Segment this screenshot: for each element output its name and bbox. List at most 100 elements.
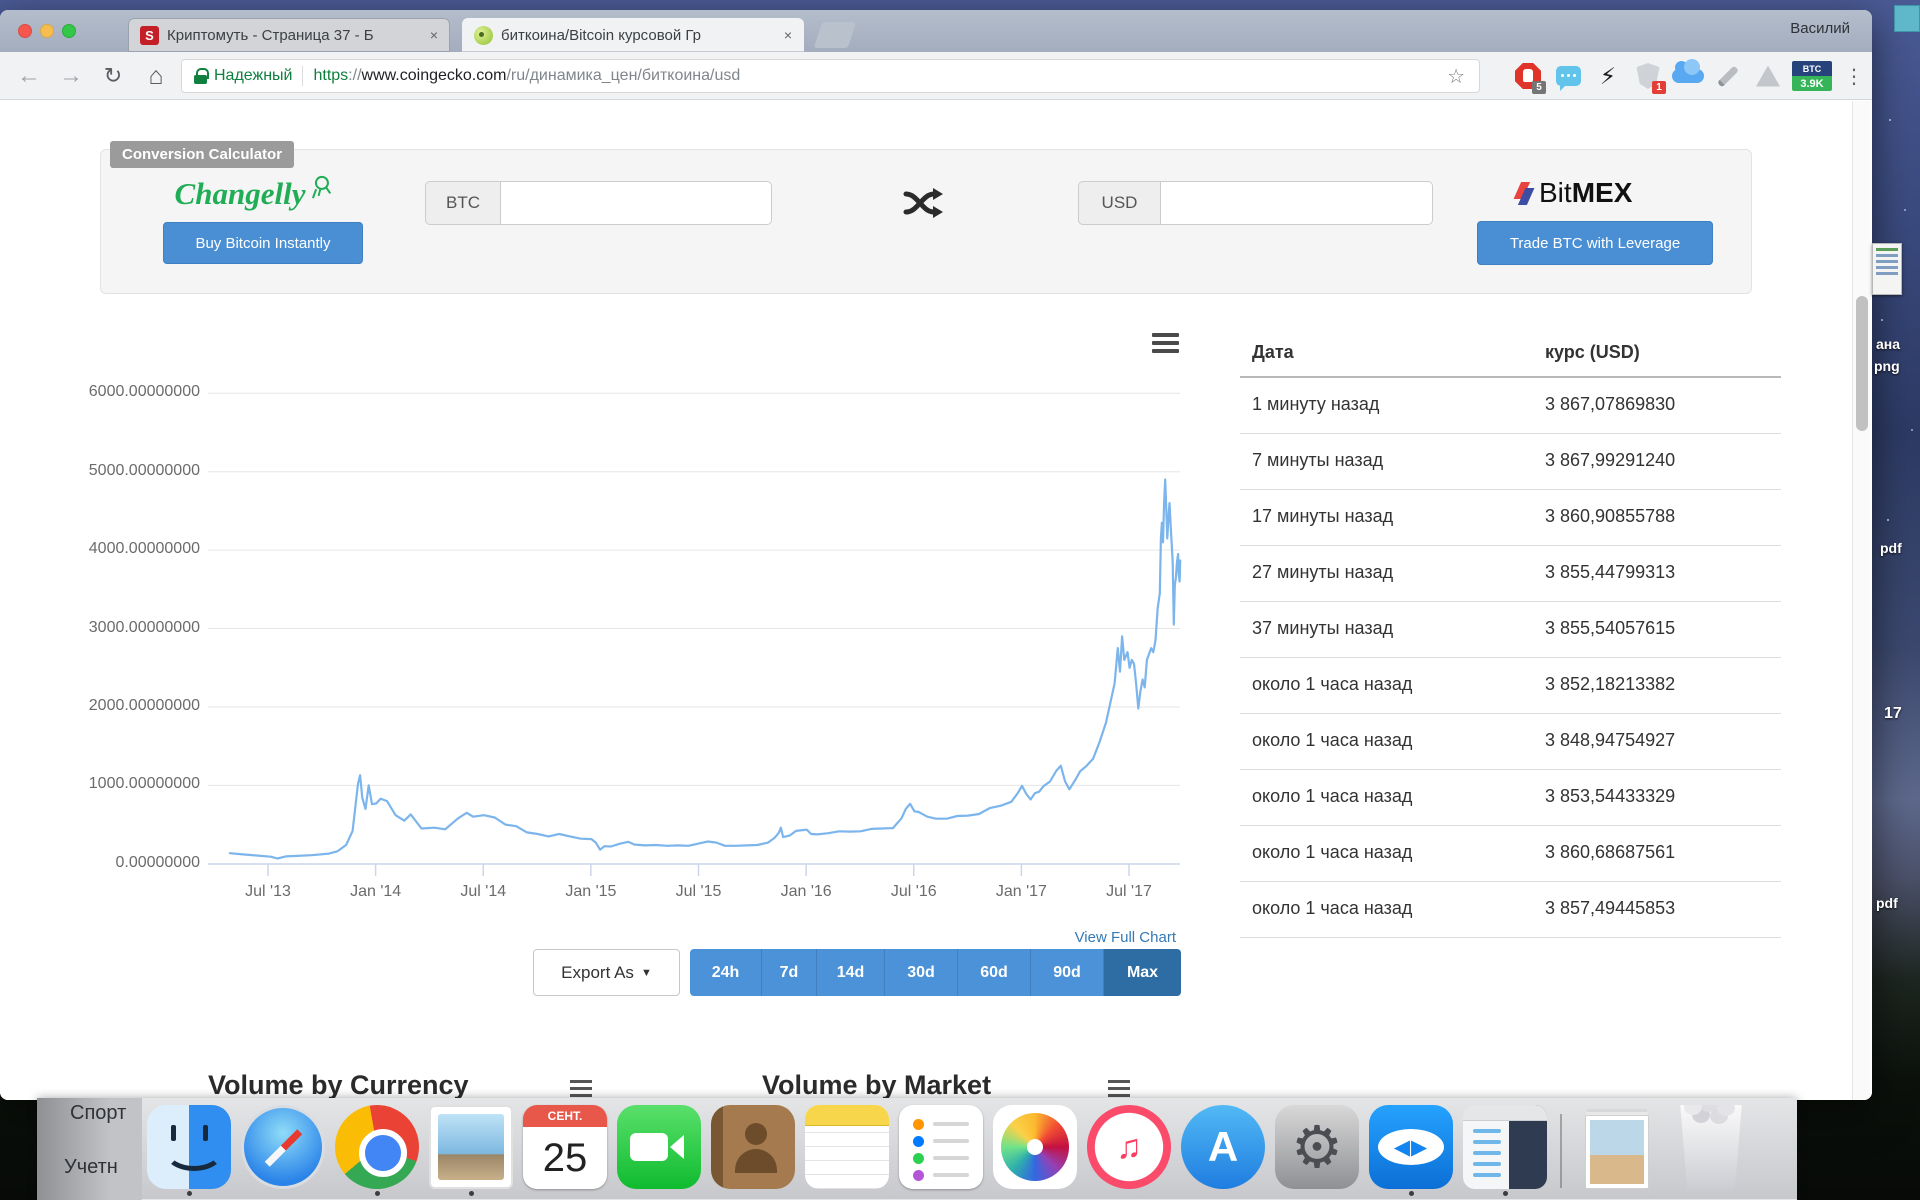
dock-photos-icon[interactable] (988, 1105, 1082, 1196)
chart-menu-icon[interactable] (1152, 333, 1179, 357)
range-button-7d[interactable]: 7d (762, 949, 817, 996)
y-axis-tick-label: 1000.00000000 (40, 775, 200, 793)
dock-spacer (939, 1191, 944, 1196)
y-axis-tick-label: 4000.00000000 (40, 540, 200, 558)
adblock-badge: 5 (1532, 81, 1546, 94)
back-icon[interactable]: ← (10, 52, 48, 100)
range-button-14d[interactable]: 14d (817, 949, 885, 996)
dock-app-store-icon[interactable]: A (1176, 1105, 1270, 1196)
calendar-day-label: 25 (523, 1127, 607, 1189)
bookmark-star-icon[interactable]: ☆ (1447, 64, 1465, 89)
volume-currency-menu-icon[interactable] (570, 1080, 592, 1100)
cell-rate: 3 855,54057615 (1545, 618, 1675, 639)
export-as-button[interactable]: Export As ▼ (533, 949, 680, 996)
drive-extension-icon[interactable] (1748, 52, 1788, 100)
pen-icon (1717, 65, 1739, 87)
dock-teamviewer-icon[interactable]: ◀▶ (1364, 1105, 1458, 1196)
zoom-window-button[interactable] (62, 24, 76, 38)
chrome-menu-icon[interactable]: ⋮ (1836, 52, 1872, 100)
dock-notes-icon[interactable] (800, 1105, 894, 1196)
tab-coingecko-active[interactable]: биткоина/Bitcoin курсовой Гр × (462, 18, 804, 52)
tab-title: биткоина/Bitcoin курсовой Гр (501, 27, 776, 44)
shield-extension-icon[interactable]: 1 (1628, 52, 1668, 100)
running-indicator-dot (1503, 1191, 1508, 1196)
secure-lock-icon (194, 68, 207, 84)
reminders-app-icon (899, 1105, 983, 1189)
swap-currencies-icon[interactable] (903, 185, 945, 226)
cell-date: 27 минуты назад (1252, 562, 1393, 583)
volume-by-currency-heading: Volume by Currency (208, 1070, 469, 1100)
home-icon[interactable]: ⌂ (136, 52, 176, 100)
dock-itunes-icon[interactable]: ♫ (1082, 1105, 1176, 1196)
browser-window: S Криптомуть - Страница 37 - Б × биткоин… (0, 10, 1872, 1100)
trade-btc-button[interactable]: Trade BTC with Leverage (1477, 221, 1713, 265)
dock-calendar-icon[interactable]: СЕНТ.25 (518, 1105, 612, 1196)
dock-spacer (563, 1191, 568, 1196)
buy-bitcoin-button[interactable]: Buy Bitcoin Instantly (163, 222, 363, 264)
lightning-bolt-icon: ⚡ (1600, 65, 1616, 88)
cell-rate: 3 852,18213382 (1545, 674, 1675, 695)
chat-bubble-icon (1556, 66, 1581, 86)
range-button-24h[interactable]: 24h (690, 949, 762, 996)
dock-facetime-icon[interactable] (612, 1105, 706, 1196)
address-bar[interactable]: Надежный https :// www.coingecko.com /ru… (181, 59, 1480, 93)
btc-ticker-label: BTC (1792, 61, 1832, 76)
chat-extension-icon[interactable] (1548, 52, 1588, 100)
range-button-60d[interactable]: 60d (958, 949, 1031, 996)
dock-contacts-icon[interactable] (706, 1105, 800, 1196)
adblock-extension-icon[interactable]: 5 (1508, 52, 1548, 100)
changelly-logo[interactable]: Changelly (140, 176, 370, 212)
profile-name[interactable]: Василий (1790, 20, 1850, 37)
safari-app-icon (241, 1105, 325, 1189)
running-indicator-dot (375, 1191, 380, 1196)
desktop-screenshot-icon[interactable] (1872, 243, 1902, 295)
desktop-icon-label: png (1874, 358, 1900, 374)
bitcoin-price-chart[interactable] (208, 388, 1183, 893)
dock-photo-file-icon[interactable] (1570, 1115, 1664, 1196)
dock-finder-icon[interactable] (142, 1105, 236, 1196)
range-button-30d[interactable]: 30d (885, 949, 958, 996)
scrollbar-thumb[interactable] (1856, 296, 1868, 431)
forward-icon[interactable]: → (52, 52, 90, 100)
contacts-app-icon (711, 1105, 795, 1189)
cell-rate: 3 860,68687561 (1545, 842, 1675, 863)
tab-kriptomut[interactable]: S Криптомуть - Страница 37 - Б × (128, 18, 450, 52)
usd-amount-input[interactable] (1160, 181, 1433, 225)
price-table-body: 1 минуту назад3 867,078698307 минуты наз… (1240, 378, 1781, 938)
finder-app-icon (147, 1105, 231, 1189)
calendar-month-label: СЕНТ. (523, 1105, 607, 1127)
dock-chrome-icon[interactable] (330, 1105, 424, 1196)
tab-close-icon[interactable]: × (784, 27, 792, 43)
dock-system-preferences-icon[interactable]: ⚙ (1270, 1105, 1364, 1196)
table-row: около 1 часа назад3 848,94754927 (1240, 714, 1781, 770)
cloud-icon (1672, 69, 1704, 83)
lightning-extension-icon[interactable]: ⚡ (1588, 52, 1628, 100)
view-full-chart-link[interactable]: View Full Chart (976, 929, 1176, 946)
pen-extension-icon[interactable] (1708, 52, 1748, 100)
dock-spacer (281, 1191, 286, 1196)
dock-trash-icon[interactable] (1664, 1105, 1758, 1196)
new-tab-button[interactable] (814, 22, 856, 48)
running-indicator-dot (187, 1191, 192, 1196)
btc-ticker-extension-icon[interactable]: BTC 3.9K (1788, 52, 1836, 100)
close-window-button[interactable] (18, 24, 32, 38)
dock-left-zone: Спорт Учетн (37, 1098, 142, 1200)
dock-file-manager-icon[interactable] (1458, 1105, 1552, 1196)
scrollbar-track[interactable] (1852, 101, 1870, 1100)
range-button-90d[interactable]: 90d (1031, 949, 1104, 996)
dock-mail-icon[interactable] (424, 1105, 518, 1196)
tab-close-icon[interactable]: × (430, 27, 438, 43)
volume-market-menu-icon[interactable] (1108, 1080, 1130, 1100)
facetime-app-icon (617, 1105, 701, 1189)
security-label[interactable]: Надежный (214, 67, 292, 85)
minimize-window-button[interactable] (40, 24, 54, 38)
reload-icon[interactable]: ↻ (94, 52, 132, 100)
dock-safari-icon[interactable] (236, 1105, 330, 1196)
range-button-max[interactable]: Max (1104, 949, 1181, 996)
btc-amount-input[interactable] (500, 181, 772, 225)
cell-date: около 1 часа назад (1252, 674, 1412, 695)
bitmex-logo[interactable]: BitMEX (1520, 176, 1632, 210)
cloud-extension-icon[interactable] (1668, 52, 1708, 100)
dock-spacer (1709, 1191, 1714, 1196)
dock-reminders-icon[interactable] (894, 1105, 988, 1196)
